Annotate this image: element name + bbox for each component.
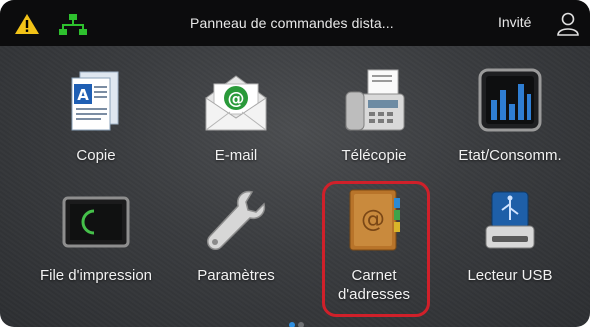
- status-supplies-icon: [478, 68, 542, 132]
- selected-tile-highlight: [322, 181, 430, 317]
- email-icon: @: [205, 75, 267, 131]
- copy-icon: A: [71, 71, 119, 131]
- network-icon[interactable]: [58, 13, 88, 37]
- usb-drive-icon: [485, 191, 535, 249]
- app-tile-settings[interactable]: Paramètres: [166, 172, 306, 290]
- app-tile-status[interactable]: Etat/Consomm.: [440, 52, 580, 170]
- page-dot-active[interactable]: [289, 322, 295, 327]
- app-label: Télécopie: [341, 147, 407, 164]
- page-indicator[interactable]: [289, 315, 307, 327]
- app-label: E-mail: [214, 147, 258, 164]
- page-dot[interactable]: [298, 322, 304, 327]
- svg-text:A: A: [77, 86, 89, 104]
- app-label: Paramètres: [197, 267, 275, 284]
- app-label: Copie: [76, 147, 116, 164]
- app-tile-email[interactable]: @ E-mail: [166, 52, 306, 170]
- status-bar: Panneau de commandes dista... Invité: [0, 0, 590, 46]
- printer-control-panel: Panneau de commandes dista... Invité A C…: [0, 0, 590, 327]
- app-tile-usb[interactable]: Lecteur USB: [440, 172, 580, 290]
- settings-wrench-icon: [207, 190, 266, 250]
- app-tile-print-queue[interactable]: File d'impression: [26, 172, 166, 290]
- warning-icon[interactable]: [14, 13, 40, 35]
- svg-text:@: @: [228, 89, 245, 109]
- app-tile-copy[interactable]: A Copie: [26, 52, 166, 170]
- user-label[interactable]: Invité: [498, 14, 531, 30]
- page-title: Panneau de commandes dista...: [190, 15, 394, 31]
- user-icon[interactable]: [555, 11, 581, 37]
- print-queue-icon: [62, 196, 130, 248]
- app-tile-fax[interactable]: Télécopie: [304, 52, 444, 170]
- app-label: File d'impression: [39, 267, 153, 284]
- fax-icon: [345, 69, 405, 131]
- app-label: Etat/Consomm.: [458, 147, 562, 164]
- app-label: Lecteur USB: [467, 267, 553, 284]
